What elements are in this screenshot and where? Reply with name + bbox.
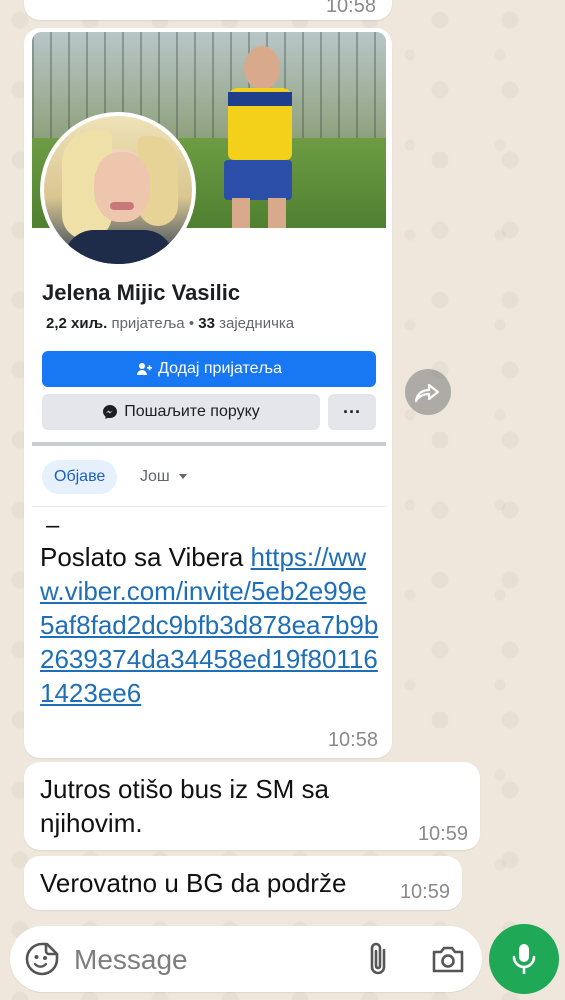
tab-more-label: Још <box>140 468 170 485</box>
paperclip-icon[interactable] <box>364 940 394 978</box>
message-bubble[interactable]: Jutros otišo bus iz SM sa njihovim. 10:5… <box>24 762 480 850</box>
divider <box>32 442 386 446</box>
message-time: 10:58 <box>325 0 376 17</box>
shared-profile-screenshot[interactable]: Jelena Mijic Vasilic 2,2 хиљ. пријатеља … <box>32 32 386 508</box>
add-friend-icon <box>137 363 153 375</box>
add-friend-label: Додај пријатеља <box>158 360 282 377</box>
more-options-button: ··· <box>328 394 376 430</box>
profile-friends-meta: 2,2 хиљ. пријатеља • 33 заједничка <box>46 315 295 332</box>
tab-more: Још <box>140 460 188 494</box>
voice-message-button[interactable] <box>489 924 559 994</box>
message-bubble-shared-profile[interactable]: Jelena Mijic Vasilic 2,2 хиљ. пријатеља … <box>24 28 392 758</box>
message-dash: – <box>46 512 60 539</box>
message-time: 10:58 <box>327 729 378 751</box>
forward-button[interactable] <box>405 369 451 415</box>
message-bubble[interactable]: Verovatno u BG da podrže 10:59 <box>24 856 462 910</box>
camera-icon[interactable] <box>430 942 466 976</box>
profile-name: Jelena Mijic Vasilic <box>42 280 241 305</box>
profile-avatar <box>40 112 196 268</box>
message-time: 10:59 <box>399 881 450 903</box>
add-friend-button: Додај пријатеља <box>42 351 376 387</box>
microphone-icon <box>512 944 536 974</box>
message-composer <box>10 926 482 992</box>
tab-posts: Објаве <box>42 460 118 494</box>
message-text: Verovatno u BG da podrže <box>40 868 347 898</box>
send-message-button: Пошаљите поруку <box>42 394 320 430</box>
message-time: 10:59 <box>417 823 468 845</box>
sticker-emoji-icon[interactable] <box>24 941 60 977</box>
messenger-icon <box>103 405 118 419</box>
message-input[interactable] <box>72 938 356 982</box>
send-message-label: Пошаљите поруку <box>124 403 260 420</box>
message-bubble-previous[interactable]: 10:58 <box>24 0 392 20</box>
message-text: Poslato sa Vibera https://www.viber.com/… <box>40 542 379 708</box>
forward-share-icon <box>414 383 440 403</box>
caret-down-icon <box>178 474 187 479</box>
message-text: Jutros otišo bus iz SM sa njihovim. <box>40 774 329 838</box>
divider <box>32 506 386 507</box>
